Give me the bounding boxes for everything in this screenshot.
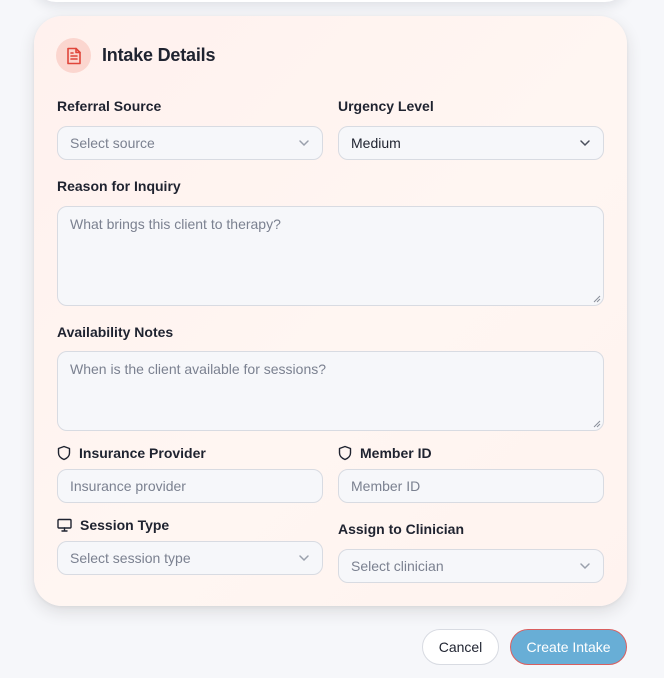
insurance-provider-label-text: Insurance Provider bbox=[79, 445, 206, 461]
reason-placeholder: What brings this client to therapy? bbox=[70, 216, 281, 232]
clinician-select[interactable]: Select clinician bbox=[338, 549, 604, 583]
document-icon bbox=[56, 38, 91, 73]
session-type-select[interactable]: Select session type bbox=[57, 541, 323, 575]
resize-handle-icon[interactable] bbox=[593, 420, 601, 428]
availability-placeholder: When is the client available for session… bbox=[70, 361, 327, 377]
card-header: Intake Details bbox=[56, 38, 215, 73]
reason-textarea[interactable]: What brings this client to therapy? bbox=[57, 206, 604, 306]
clinician-placeholder: Select clinician bbox=[351, 558, 444, 574]
member-id-label: Member ID bbox=[338, 445, 432, 461]
session-type-label: Session Type bbox=[57, 517, 169, 533]
referral-source-placeholder: Select source bbox=[70, 135, 155, 151]
urgency-level-label: Urgency Level bbox=[338, 98, 434, 114]
insurance-provider-placeholder: Insurance provider bbox=[70, 478, 186, 494]
previous-card-edge bbox=[34, 0, 627, 2]
session-type-placeholder: Select session type bbox=[70, 550, 191, 566]
clinician-label: Assign to Clinician bbox=[338, 521, 465, 537]
resize-handle-icon[interactable] bbox=[593, 295, 601, 303]
chevron-down-icon bbox=[580, 140, 590, 147]
card-title: Intake Details bbox=[102, 45, 216, 65]
urgency-level-select[interactable]: Medium bbox=[338, 126, 604, 160]
referral-source-select[interactable]: Select source bbox=[57, 126, 323, 160]
member-id-input[interactable]: Member ID bbox=[338, 469, 604, 503]
create-intake-button[interactable]: Create Intake bbox=[510, 629, 627, 665]
monitor-icon bbox=[57, 518, 72, 532]
member-id-label-text: Member ID bbox=[360, 445, 432, 461]
session-type-label-text: Session Type bbox=[80, 517, 170, 533]
urgency-level-value: Medium bbox=[351, 135, 401, 151]
shield-icon bbox=[57, 445, 71, 461]
insurance-provider-input[interactable]: Insurance provider bbox=[57, 469, 323, 503]
availability-textarea[interactable]: When is the client available for session… bbox=[57, 351, 604, 431]
member-id-placeholder: Member ID bbox=[351, 478, 421, 494]
shield-icon bbox=[338, 445, 352, 461]
cancel-button[interactable]: Cancel bbox=[422, 629, 499, 665]
chevron-down-icon bbox=[299, 555, 309, 562]
referral-source-label: Referral Source bbox=[57, 98, 162, 114]
chevron-down-icon bbox=[299, 140, 309, 147]
availability-label: Availability Notes bbox=[57, 324, 174, 340]
reason-label: Reason for Inquiry bbox=[57, 178, 181, 194]
insurance-provider-label: Insurance Provider bbox=[57, 445, 206, 461]
chevron-down-icon bbox=[580, 563, 590, 570]
